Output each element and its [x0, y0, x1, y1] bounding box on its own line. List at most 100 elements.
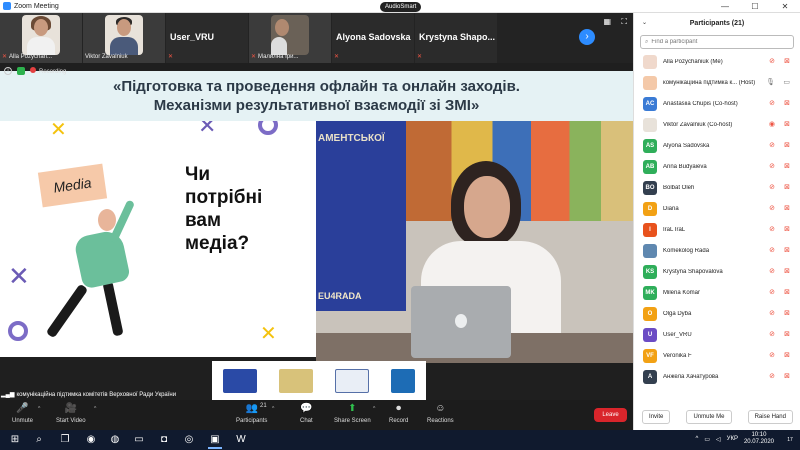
share-screen-button[interactable]: ⬆ Share Screen	[334, 403, 371, 424]
invite-button[interactable]: Invite	[642, 410, 671, 424]
participant-row[interactable]: D Diana ⊘ ⊠	[634, 198, 800, 219]
reactions-button[interactable]: ☺ Reactions	[427, 403, 454, 424]
mic-muted-icon[interactable]: ⊘	[769, 351, 775, 359]
video-thumbnail[interactable]: User_VRU ✕	[166, 13, 248, 63]
video-off-icon[interactable]: ⊠	[784, 120, 790, 128]
raise-hand-button[interactable]: Raise Hand	[747, 410, 793, 424]
mic-muted-icon[interactable]: ⊘	[769, 288, 775, 296]
recording-icon[interactable]: ◉	[769, 120, 775, 128]
mic-muted-icon[interactable]: ⊘	[769, 162, 775, 170]
video-thumbnail[interactable]: Viktor Zavalniuk	[83, 13, 165, 63]
video-off-icon[interactable]: ⊠	[784, 309, 790, 317]
video-thumbnail[interactable]: ✕ Alla Pozychan...	[0, 13, 82, 63]
participant-row[interactable]: KS Krystyna Shapovalova ⊘ ⊠	[634, 261, 800, 282]
participant-row[interactable]: Viktor Zavalniuk (Co-host) ◉ ⊠	[634, 114, 800, 135]
chrome-icon[interactable]: ◎	[180, 433, 198, 447]
video-thumbnail[interactable]: Krystyna Shapo... ✕	[415, 13, 497, 63]
mic-muted-icon[interactable]: ⊘	[769, 225, 775, 233]
word-icon[interactable]: W	[232, 433, 250, 447]
close-icon[interactable]: ✕	[770, 0, 800, 13]
video-off-icon[interactable]: ⊠	[784, 330, 790, 338]
mic-muted-icon[interactable]: ⊘	[769, 309, 775, 317]
mic-muted-icon[interactable]: ⊘	[769, 183, 775, 191]
recording-indicator[interactable]: Recording	[30, 67, 66, 75]
mic-muted-icon[interactable]: ⊘	[769, 99, 775, 107]
maximize-icon[interactable]: ☐	[740, 0, 770, 13]
windows-taskbar: ⊞ ⌕ ❐ ◉ ◍ ▭ ◘ ◎ ▣ W ^ ▭ ◁ УКР 10:10 20.0…	[0, 430, 800, 450]
apple-logo-icon	[455, 314, 467, 328]
mic-muted-icon[interactable]: ⊘	[769, 246, 775, 254]
search-input[interactable]	[651, 39, 782, 45]
participant-row[interactable]: VF Veronika F ⊘ ⊠	[634, 345, 800, 366]
keyboard-language[interactable]: УКР	[727, 436, 738, 442]
task-view-icon[interactable]: ❐	[56, 433, 74, 447]
participant-row[interactable]: BO Bolbat Oleh ⊘ ⊠	[634, 177, 800, 198]
tray-expand-icon[interactable]: ^	[696, 436, 699, 442]
participant-row[interactable]: MK Milena Komar ⊘ ⊠	[634, 282, 800, 303]
video-off-icon[interactable]: ⊠	[784, 141, 790, 149]
network-icon[interactable]: ▭	[704, 436, 710, 443]
video-thumbnail[interactable]: ✕ Малилна Іри...	[249, 13, 331, 63]
unmute-button[interactable]: 🎤 Unmute	[12, 403, 33, 424]
leave-button[interactable]: Leave	[594, 408, 627, 422]
media-sign: Media	[37, 163, 108, 208]
mic-muted-icon[interactable]: ⊘	[769, 267, 775, 275]
file-explorer-icon[interactable]: ▭	[130, 433, 148, 447]
mic-muted-icon[interactable]: ⊘	[769, 204, 775, 212]
video-off-icon[interactable]: ⊠	[784, 267, 790, 275]
fullscreen-icon[interactable]: ⛶	[621, 17, 627, 27]
video-options-caret-icon[interactable]: ^	[94, 406, 96, 412]
security-shield-icon[interactable]	[17, 67, 25, 75]
video-off-icon[interactable]: ⊠	[784, 246, 790, 254]
minimize-icon[interactable]: —	[710, 0, 740, 13]
participant-row[interactable]: AB Anna Budyaieva ⊘ ⊠	[634, 156, 800, 177]
clock[interactable]: 10:10 20.07.2020	[744, 432, 774, 446]
mic-muted-icon[interactable]: ⊘	[769, 372, 775, 380]
chat-button[interactable]: 💬 Chat	[300, 403, 313, 424]
video-off-icon[interactable]: ⊠	[784, 183, 790, 191]
collapse-panel-icon[interactable]: ⌄	[642, 19, 647, 26]
firefox-icon[interactable]: ◍	[106, 433, 124, 447]
audio-options-caret-icon[interactable]: ^	[38, 406, 40, 412]
video-off-icon[interactable]: ⊠	[784, 372, 790, 380]
participant-row[interactable]: I IraL IraL ⊘ ⊠	[634, 219, 800, 240]
participant-row[interactable]: O Olga Dyba ⊘ ⊠	[634, 303, 800, 324]
undp-logo-icon	[391, 368, 415, 393]
participant-row[interactable]: Komekolog Rada ⊘ ⊠	[634, 240, 800, 261]
mic-on-icon[interactable]: 🎙	[766, 78, 775, 86]
meeting-toolbar: 🎤 Unmute ^ 🎥 Start Video ^ 👥 Participant…	[0, 400, 633, 430]
mic-muted-icon[interactable]: ⊘	[769, 330, 775, 338]
participant-row[interactable]: AS Alyona Sadovska ⊘ ⊠	[634, 135, 800, 156]
participants-icon: 👥	[245, 403, 258, 414]
video-off-icon[interactable]: ⊠	[784, 351, 790, 359]
video-off-icon[interactable]: ⊠	[784, 225, 790, 233]
notifications-icon[interactable]: 17	[784, 434, 796, 446]
mic-muted-icon[interactable]: ⊘	[769, 141, 775, 149]
video-on-icon[interactable]: ▭	[783, 78, 790, 86]
start-video-button[interactable]: 🎥 Start Video	[56, 403, 86, 424]
unmute-me-button[interactable]: Unmute Me	[686, 410, 732, 424]
participant-row[interactable]: Alla Pozychaniuk (Me) ⊘ ⊠	[634, 51, 800, 72]
participants-caret-icon[interactable]: ^	[272, 406, 274, 412]
info-icon[interactable]: i	[4, 67, 12, 75]
video-off-icon[interactable]: ⊠	[784, 204, 790, 212]
video-thumbnail[interactable]: Alyona Sadovska ✕	[332, 13, 414, 63]
search-icon[interactable]: ⌕	[30, 433, 48, 447]
outlook-icon[interactable]: ◘	[155, 433, 173, 447]
start-menu-icon[interactable]: ⊞	[6, 433, 24, 447]
participant-row[interactable]: U User_VRU ⊘ ⊠	[634, 324, 800, 345]
record-button[interactable]: ⏺ Record	[389, 403, 408, 424]
participant-row[interactable]: A Анжела Хачатурова ⊘ ⊠	[634, 366, 800, 387]
video-off-icon[interactable]: ⊠	[784, 288, 790, 296]
zoom-taskbar-icon[interactable]: ▣	[206, 433, 224, 449]
gallery-view-icon[interactable]: ▦	[603, 17, 611, 26]
video-off-icon[interactable]: ⊠	[784, 57, 790, 65]
share-options-caret-icon[interactable]: ^	[373, 406, 375, 412]
mic-muted-icon[interactable]: ⊘	[769, 57, 775, 65]
participant-row[interactable]: комунікаційна підтимка к... (Host) 🎙 ▭	[634, 72, 800, 93]
participant-row[interactable]: AC Anastasiia Chupis (Co-host) ⊘ ⊠	[634, 93, 800, 114]
video-off-icon[interactable]: ⊠	[784, 99, 790, 107]
edge-browser-icon[interactable]: ◉	[82, 433, 100, 447]
volume-icon[interactable]: ◁	[716, 436, 721, 443]
video-off-icon[interactable]: ⊠	[784, 162, 790, 170]
